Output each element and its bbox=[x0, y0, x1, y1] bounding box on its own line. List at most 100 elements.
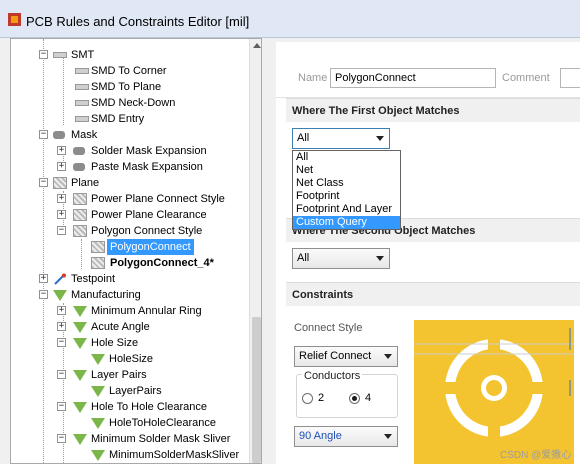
tree-guide bbox=[81, 239, 82, 269]
relief-preview-image bbox=[414, 320, 574, 464]
connect-style-select[interactable]: Relief Connect bbox=[294, 346, 398, 367]
plane-icon bbox=[91, 257, 105, 269]
collapse-icon[interactable]: − bbox=[39, 130, 48, 139]
plane-icon bbox=[73, 209, 87, 221]
funnel-icon bbox=[53, 290, 67, 301]
funnel-icon bbox=[73, 306, 87, 317]
expand-icon[interactable]: + bbox=[57, 210, 66, 219]
expand-icon[interactable]: + bbox=[57, 146, 66, 155]
testpoint-icon bbox=[54, 273, 66, 285]
tree-item-label: HoleToHoleClearance bbox=[109, 417, 217, 429]
tree-item-label: SMD Entry bbox=[91, 113, 145, 125]
smt-icon bbox=[75, 100, 89, 106]
tree-item-label: Power Plane Clearance bbox=[91, 209, 207, 221]
tree-item-label: SMD Neck-Down bbox=[91, 97, 176, 109]
expand-icon[interactable]: + bbox=[57, 322, 66, 331]
expand-icon[interactable]: + bbox=[57, 306, 66, 315]
collapse-icon[interactable]: − bbox=[57, 402, 66, 411]
tree-item-label: Testpoint bbox=[71, 273, 116, 285]
app-icon bbox=[8, 13, 21, 26]
tree-item-label: SMD To Corner bbox=[91, 65, 167, 77]
watermark-text: CSDN @爱撒心 bbox=[500, 450, 572, 461]
funnel-icon bbox=[73, 434, 87, 445]
tree-item-label: PolygonConnect bbox=[107, 239, 194, 255]
funnel-icon bbox=[91, 450, 105, 461]
tree-item-label: Solder Mask Expansion bbox=[91, 145, 207, 157]
rule-tree[interactable]: − SMT SMD To Corner SMD To Plane SMD Nec… bbox=[10, 38, 262, 464]
funnel-icon bbox=[91, 354, 105, 365]
second-object-select[interactable]: All bbox=[292, 248, 390, 269]
option-footprint-and-layer[interactable]: Footprint And Layer bbox=[293, 203, 400, 216]
tree-item-label: Layer Pairs bbox=[91, 369, 147, 381]
tree-item-label: Hole To Hole Clearance bbox=[91, 401, 207, 413]
first-object-dropdown[interactable]: All Net Net Class Footprint Footprint An… bbox=[292, 150, 401, 230]
funnel-icon bbox=[73, 370, 87, 381]
tree-scrollbar[interactable] bbox=[249, 39, 261, 463]
first-object-value: All bbox=[297, 132, 310, 144]
tree-item-label: Hole Size bbox=[91, 337, 139, 349]
conductors-4-radio[interactable] bbox=[349, 393, 360, 404]
collapse-icon[interactable]: − bbox=[57, 338, 66, 347]
tree-item-label: Manufacturing bbox=[71, 289, 141, 301]
connect-style-label: Connect Style bbox=[294, 322, 363, 334]
funnel-icon bbox=[91, 386, 105, 397]
funnel-icon bbox=[73, 338, 87, 349]
collapse-icon[interactable]: − bbox=[39, 50, 48, 59]
chevron-down-icon bbox=[384, 434, 392, 439]
name-label: Name bbox=[298, 72, 328, 84]
scroll-up-icon[interactable] bbox=[253, 43, 261, 48]
option-net-class[interactable]: Net Class bbox=[293, 177, 400, 190]
comment-input[interactable] bbox=[560, 68, 580, 88]
tree-item-label: Acute Angle bbox=[91, 321, 150, 333]
chevron-down-icon bbox=[376, 256, 384, 261]
tree-item-label: Minimum Annular Ring bbox=[91, 305, 202, 317]
tree-item-label: MinimumSolderMaskSliver bbox=[109, 449, 240, 461]
angle-select[interactable]: 90 Angle bbox=[294, 426, 398, 447]
tree-item-label: SMD To Plane bbox=[91, 81, 162, 93]
window-title: PCB Rules and Constraints Editor [mil] bbox=[26, 14, 250, 29]
tree-item-label: Mask bbox=[71, 129, 98, 141]
option-all[interactable]: All bbox=[293, 151, 400, 164]
constraints-header: Constraints bbox=[286, 282, 580, 306]
chevron-down-icon bbox=[384, 354, 392, 359]
plane-icon bbox=[73, 225, 87, 237]
tree-item-label: HoleSize bbox=[109, 353, 154, 365]
plane-icon bbox=[73, 193, 87, 205]
smt-icon bbox=[53, 52, 67, 58]
mask-icon bbox=[73, 163, 85, 171]
option-net[interactable]: Net bbox=[293, 164, 400, 177]
option-footprint[interactable]: Footprint bbox=[293, 190, 400, 203]
scrollbar-thumb[interactable] bbox=[252, 317, 261, 463]
option-custom-query[interactable]: Custom Query bbox=[293, 216, 400, 229]
tree-item-label: Power Plane Connect Style bbox=[91, 193, 225, 205]
connect-style-value: Relief Connect bbox=[299, 350, 372, 362]
tree-item-label: LayerPairs bbox=[109, 385, 162, 397]
collapse-icon[interactable]: − bbox=[57, 226, 66, 235]
collapse-icon[interactable]: − bbox=[39, 290, 48, 299]
tree-guide bbox=[63, 55, 64, 125]
funnel-icon bbox=[73, 402, 87, 413]
conductors-2-label: 2 bbox=[318, 392, 325, 404]
tree-item-label: PolygonConnect_4* bbox=[110, 257, 214, 269]
collapse-icon[interactable]: − bbox=[39, 178, 48, 187]
funnel-icon bbox=[73, 322, 87, 333]
comment-label: Comment bbox=[502, 72, 550, 84]
tree-item-label: Polygon Connect Style bbox=[91, 225, 203, 237]
mask-icon bbox=[73, 147, 85, 155]
expand-icon[interactable]: + bbox=[57, 194, 66, 203]
expand-icon[interactable]: + bbox=[57, 162, 66, 171]
conductors-label: Conductors bbox=[302, 370, 363, 382]
collapse-icon[interactable]: − bbox=[57, 434, 66, 443]
tree-item-label: Minimum Solder Mask Sliver bbox=[91, 433, 231, 445]
conductors-4-label: 4 bbox=[365, 392, 372, 404]
mask-icon bbox=[53, 131, 65, 139]
chevron-down-icon bbox=[376, 136, 384, 141]
collapse-icon[interactable]: − bbox=[57, 370, 66, 379]
second-object-value: All bbox=[297, 252, 310, 264]
smt-icon bbox=[75, 116, 89, 122]
rule-name-input[interactable] bbox=[330, 68, 496, 88]
first-object-header: Where The First Object Matches bbox=[286, 98, 580, 122]
conductors-2-radio[interactable] bbox=[302, 393, 313, 404]
expand-icon[interactable]: + bbox=[39, 274, 48, 283]
first-object-select[interactable]: All bbox=[292, 128, 390, 149]
